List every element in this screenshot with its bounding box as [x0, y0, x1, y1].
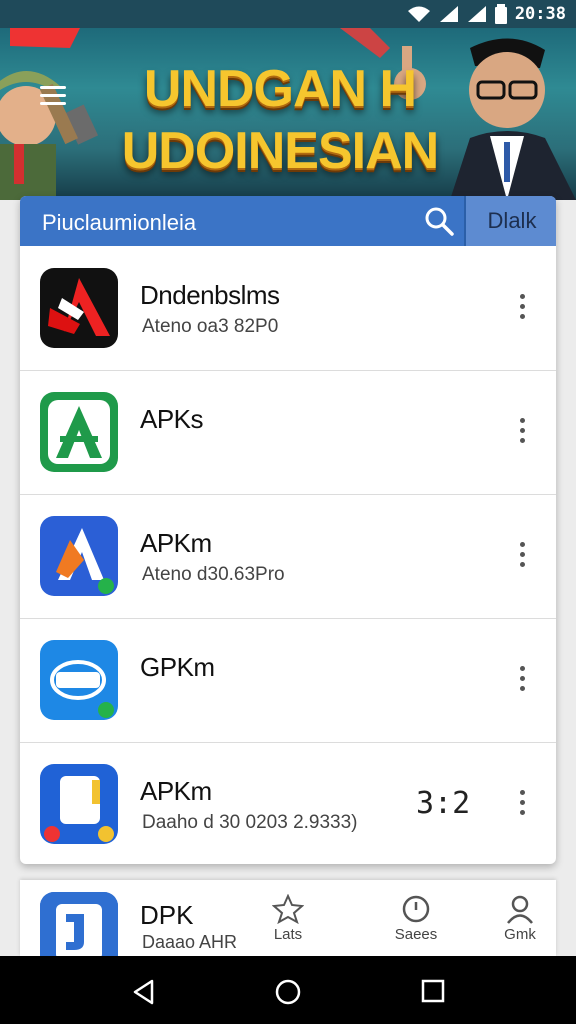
signal-icon-2: [467, 6, 486, 22]
signal-icon: [439, 6, 458, 22]
filter-button[interactable]: Dlalk: [464, 196, 556, 246]
nav-item-saees[interactable]: Saees: [386, 894, 446, 943]
dpk-app-icon: [40, 892, 118, 956]
list-item[interactable]: APKs: [20, 370, 556, 495]
nav-item-gmk[interactable]: Gmk: [490, 894, 550, 943]
bottom-panel: DPK Daaao AHR Lats Saees Gmk: [20, 880, 556, 956]
system-nav-bar: [0, 956, 576, 1024]
blue-triangle-app-icon: [40, 516, 118, 596]
status-time: 20:38: [514, 4, 566, 24]
home-icon[interactable]: [274, 978, 302, 1006]
star-icon: [272, 894, 304, 924]
blue-document-app-icon: [40, 764, 118, 844]
wifi-icon: [407, 6, 430, 22]
promo-banner: UNDGAN H UDOINESIAN: [0, 28, 576, 200]
app-subtitle: Ateno d30.63Pro: [142, 564, 285, 585]
banner-title-line-2: UDOINESIAN: [121, 122, 439, 180]
more-options-icon[interactable]: [514, 666, 530, 696]
list-item[interactable]: APKm Daaho d 30 0203 2.9333) 3:2: [20, 742, 556, 864]
more-options-icon[interactable]: [514, 294, 530, 324]
app-rating: 3:2: [416, 786, 471, 821]
green-apk-app-icon: [40, 392, 118, 472]
list-item[interactable]: Dndenbslms Ateno oa3 82P0: [20, 246, 556, 371]
search-input[interactable]: Piuclaumionleia: [42, 210, 196, 236]
app-name: APKm: [140, 528, 212, 558]
clock-icon: [402, 895, 430, 923]
profile-icon: [507, 895, 533, 924]
recents-icon[interactable]: [420, 978, 446, 1004]
app-name: APKm: [140, 776, 212, 806]
nav-label: Lats: [273, 926, 303, 943]
menu-button[interactable]: [40, 86, 66, 108]
more-options-icon[interactable]: [514, 418, 530, 448]
banner-title: UNDGAN H UDOINESIAN: [80, 58, 480, 182]
app-subtitle: Daaho d 30 0203 2.9333): [142, 812, 358, 833]
more-options-icon[interactable]: [514, 542, 530, 572]
bottom-app-name: DPK: [140, 900, 194, 930]
more-options-icon[interactable]: [514, 790, 530, 820]
app-name: GPKm: [140, 652, 215, 682]
list-item[interactable]: APKm Ateno d30.63Pro: [20, 494, 556, 619]
battery-icon: [494, 4, 507, 24]
banner-title-line-1: UNDGAN H: [143, 60, 417, 118]
app-subtitle: Ateno oa3 82P0: [142, 316, 279, 337]
nav-label: Gmk: [504, 926, 536, 943]
app-list-card: Piuclaumionleia Dlalk Dndenbslms Ateno o…: [20, 196, 556, 864]
search-bar[interactable]: Piuclaumionleia Dlalk: [20, 196, 556, 246]
nav-label: Saees: [394, 926, 438, 943]
nav-item-lats[interactable]: Lats: [258, 894, 318, 943]
app-name: APKs: [140, 404, 204, 434]
back-icon[interactable]: [130, 978, 158, 1006]
status-bar: 20:38: [0, 0, 576, 28]
app-name: Dndenbslms: [140, 280, 280, 310]
bottom-app-subtitle: Daaao AHR: [142, 932, 238, 952]
red-triangle-app-icon: [40, 268, 118, 348]
list-item[interactable]: GPKm: [20, 618, 556, 743]
apm-badge-app-icon: [40, 640, 118, 720]
search-icon[interactable]: [422, 204, 456, 238]
